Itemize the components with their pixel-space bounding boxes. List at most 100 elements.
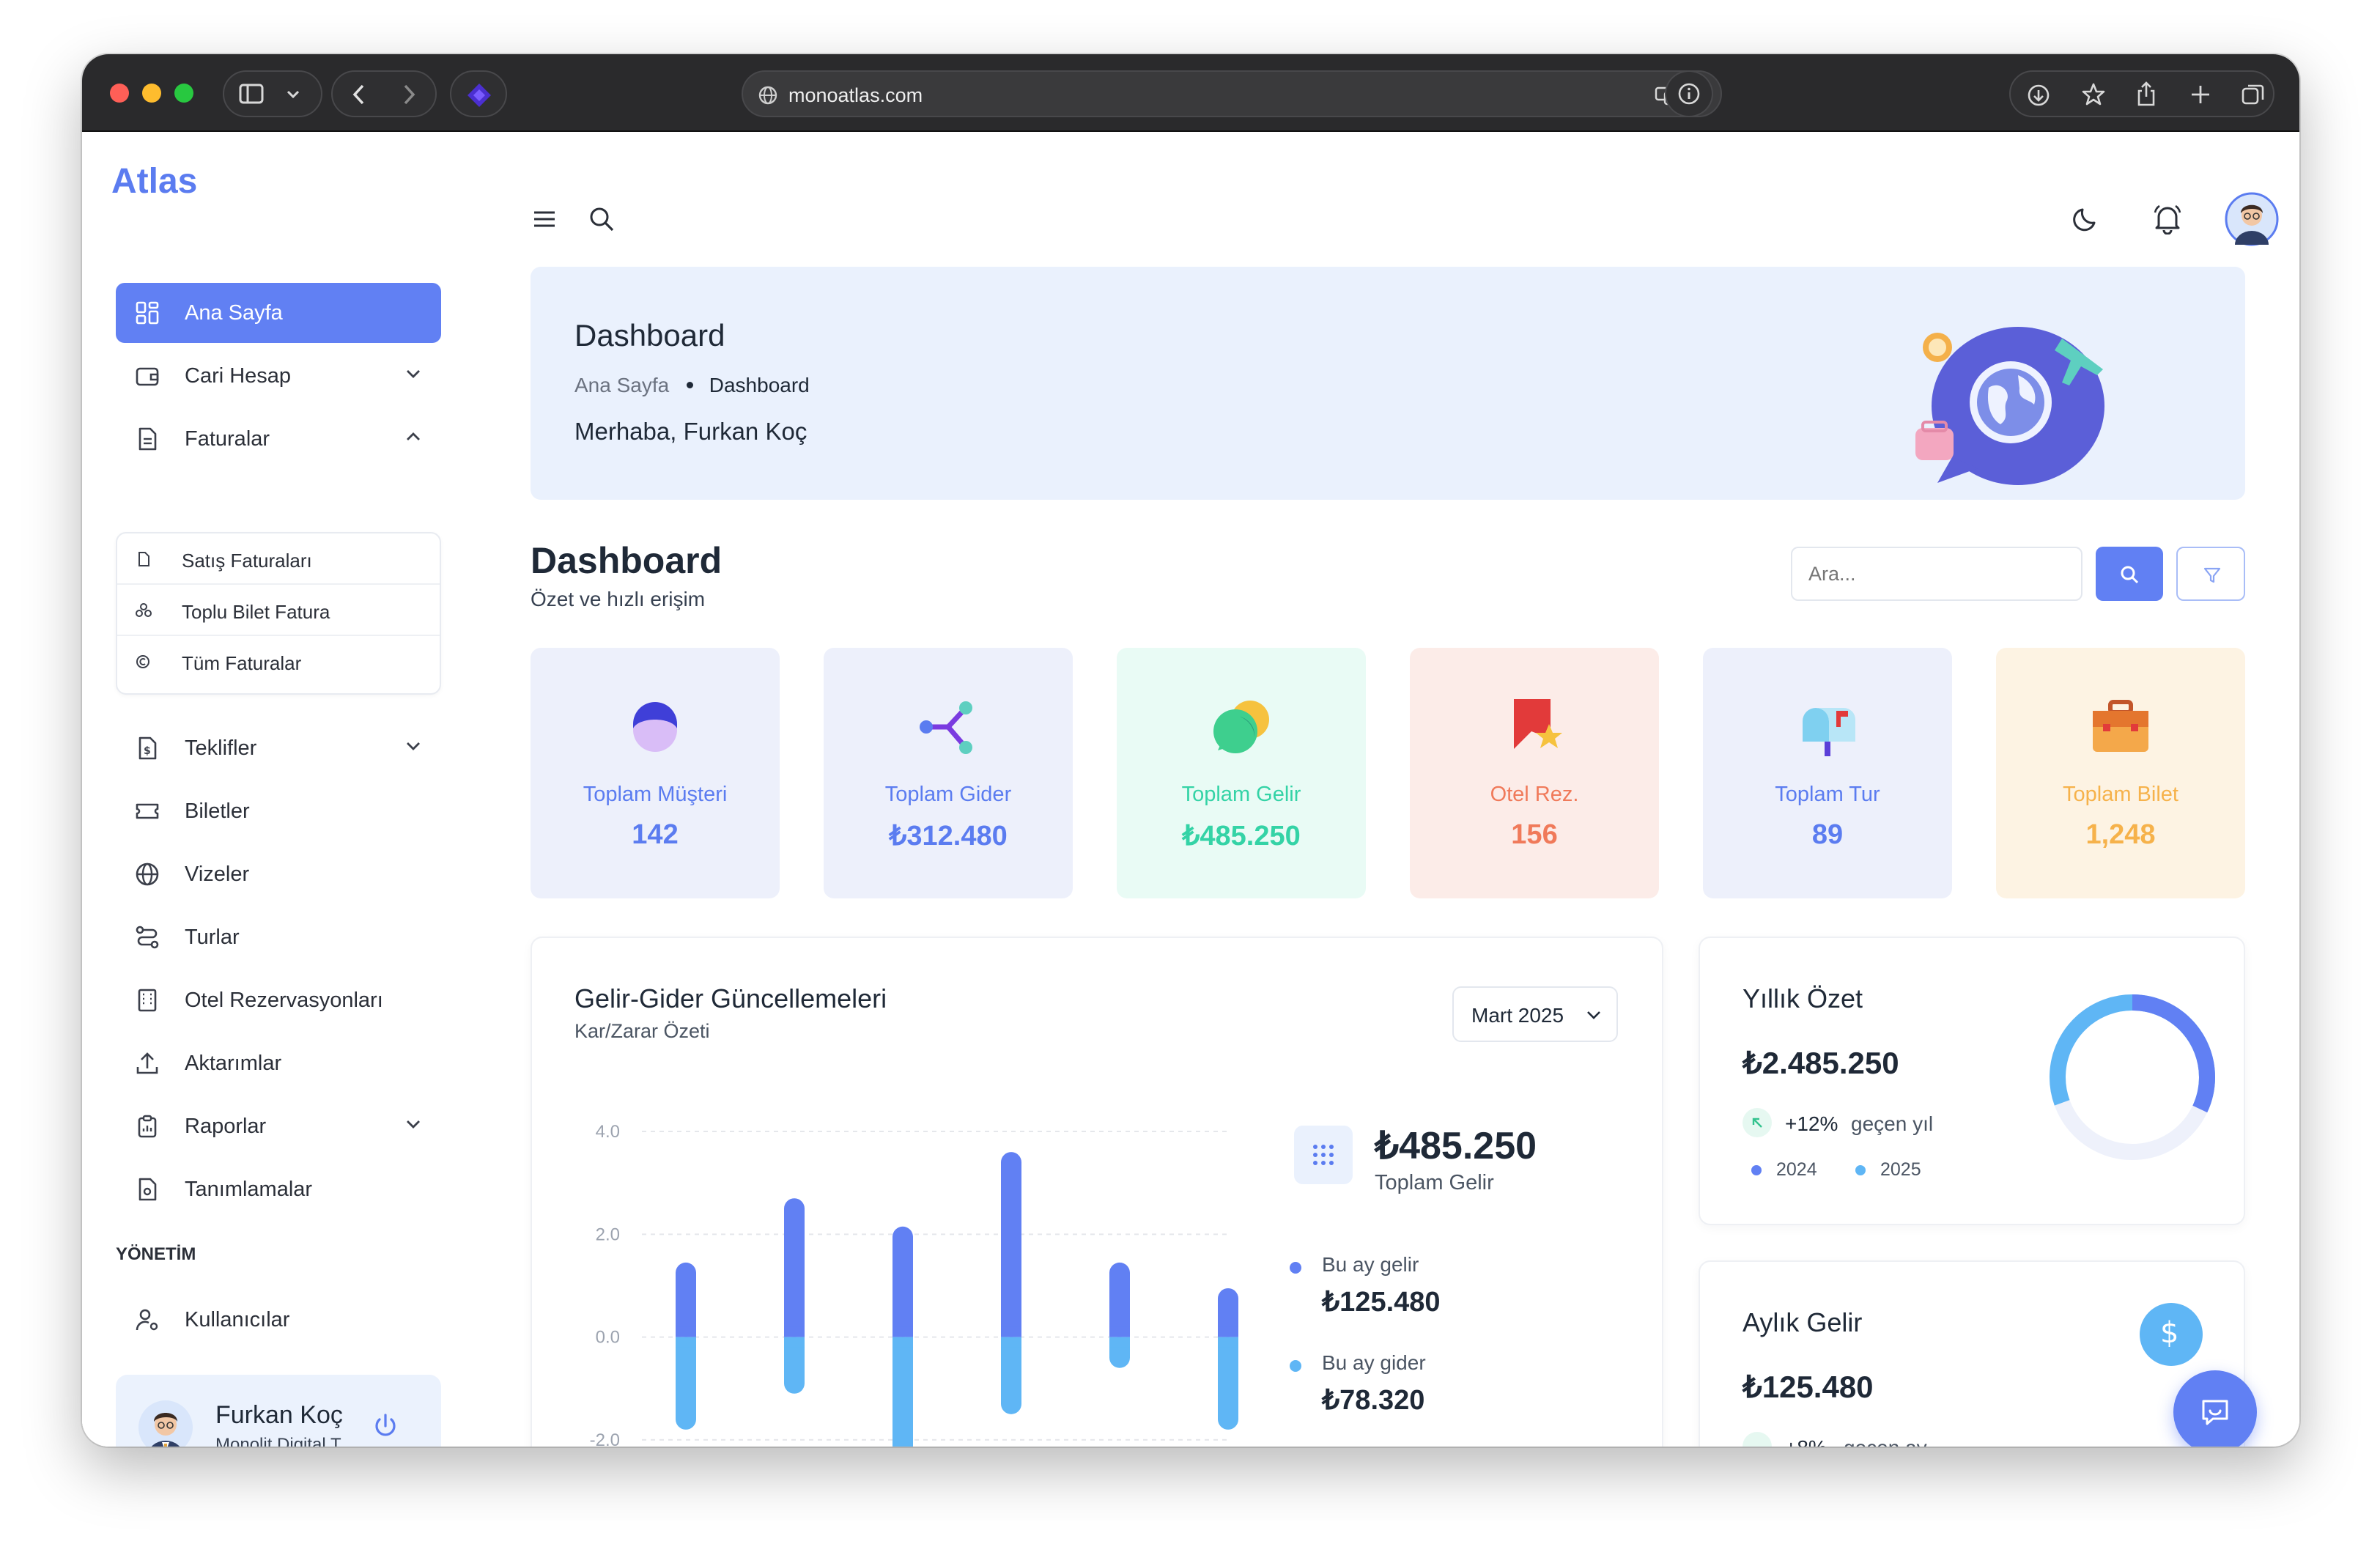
- extension-button[interactable]: [450, 70, 507, 117]
- sidebar-toggle-button[interactable]: [223, 70, 322, 117]
- income-bar[interactable]: [1109, 1262, 1130, 1337]
- yearly-donut-chart: [2044, 989, 2220, 1165]
- sidebar-item-raporlar[interactable]: Raporlar: [116, 1096, 441, 1156]
- expense-bar[interactable]: [676, 1337, 696, 1430]
- stat-card-toplam-gelir[interactable]: Toplam Gelir ₺485.250: [1117, 648, 1366, 898]
- stat-title: Toplam Tur: [1775, 783, 1880, 806]
- logout-power-icon[interactable]: [371, 1411, 400, 1441]
- stat-value: 156: [1511, 819, 1558, 850]
- submenu-item-label: Tüm Faturalar: [182, 652, 302, 674]
- income-bar-base: [784, 1326, 805, 1337]
- stat-card-toplam-gider[interactable]: Toplam Gider ₺312.480: [824, 648, 1073, 898]
- income-bar-base: [1218, 1326, 1238, 1337]
- search-input[interactable]: [1791, 547, 2082, 601]
- y-tick-label: 4.0: [596, 1122, 620, 1142]
- sidebar-item-ana-sayfa[interactable]: Ana Sayfa: [116, 283, 441, 343]
- download-icon[interactable]: [2027, 84, 2050, 107]
- user-card[interactable]: Furkan Koç Monolit Digital T...: [116, 1375, 441, 1447]
- total-income-label: Toplam Gelir: [1375, 1171, 1494, 1194]
- minimize-window-button[interactable]: [142, 84, 161, 103]
- chevron-up-icon: [407, 432, 420, 440]
- stat-card-otel-rez[interactable]: Otel Rez. 156: [1410, 648, 1659, 898]
- sidebar-item-aktarimlar[interactable]: Aktarımlar: [116, 1033, 441, 1093]
- income-bar[interactable]: [784, 1198, 805, 1337]
- zoom-window-button[interactable]: [174, 84, 193, 103]
- sidebar-item-turlar[interactable]: Turlar: [116, 907, 441, 967]
- stat-card-toplam-tur[interactable]: Toplam Tur 89: [1703, 648, 1952, 898]
- building-icon: [138, 989, 157, 1012]
- submenu-item-satis-faturalari[interactable]: Satış Faturaları: [117, 533, 440, 585]
- yearly-change: +12%: [1785, 1112, 1838, 1135]
- income-bar[interactable]: [892, 1226, 913, 1337]
- new-tab-icon[interactable]: [2189, 84, 2211, 106]
- expense-bar[interactable]: [892, 1337, 913, 1447]
- trend-up-icon: [1742, 1108, 1772, 1137]
- sidebar-item-label: Raporlar: [185, 1115, 267, 1138]
- sidebar-item-biletler[interactable]: Biletler: [116, 781, 441, 841]
- donut-segment-2025[interactable]: [2044, 989, 2220, 1165]
- expense-bar[interactable]: [1218, 1337, 1238, 1430]
- sidebar-item-label: Teklifler: [185, 736, 257, 760]
- app-logo[interactable]: Atlas: [111, 161, 197, 202]
- income-bar[interactable]: [676, 1262, 696, 1337]
- browser-toolbar: monoatlas.com: [82, 54, 2299, 132]
- stat-value: 1,248: [2085, 819, 2156, 850]
- sidebar-item-label: Kullanıcılar: [185, 1308, 290, 1331]
- monthly-change-label: geçen ay: [1844, 1436, 1927, 1447]
- route-icon: [136, 926, 159, 949]
- chat-bubble-icon: [2202, 1400, 2228, 1425]
- sidebar-item-teklifler[interactable]: $ Teklifler: [116, 718, 441, 778]
- sidebar-item-tanimlamalar[interactable]: Tanımlamalar: [116, 1159, 441, 1219]
- search-icon[interactable]: [588, 205, 616, 233]
- close-window-button[interactable]: [110, 84, 129, 103]
- dashboard-subtitle: Özet ve hızlı erişim: [531, 588, 706, 610]
- sidebar-item-otel-rezervasyonlari[interactable]: Otel Rezervasyonları: [116, 970, 441, 1030]
- page-content: Atlas Ana Sayfa Cari Hesap Faturalar Sat…: [82, 132, 2299, 1447]
- sidebar-item-kullanicilar[interactable]: Kullanıcılar: [116, 1290, 441, 1350]
- chat-support-button[interactable]: [2173, 1370, 2257, 1447]
- stat-card-toplam-bilet[interactable]: Toplam Bilet 1,248: [1996, 648, 2245, 898]
- stat-value: ₺312.480: [889, 821, 1008, 852]
- monthly-change: +8%: [1785, 1436, 1827, 1447]
- submenu-item-toplu-bilet-fatura[interactable]: Toplu Bilet Fatura: [117, 585, 440, 636]
- sidebar-item-label: Biletler: [185, 799, 250, 823]
- branch-share-icon: [920, 701, 972, 754]
- globe-icon: [758, 86, 777, 105]
- share-icon[interactable]: [2135, 81, 2157, 107]
- income-bar[interactable]: [1001, 1152, 1021, 1337]
- expense-bar[interactable]: [1001, 1337, 1021, 1414]
- breadcrumb-separator-dot: [686, 382, 693, 389]
- income-expense-bar-chart: 4.0 2.0 0.0 -2.0: [590, 1122, 1238, 1447]
- forward-icon[interactable]: [402, 84, 416, 106]
- clipboard-icon: [138, 1115, 157, 1138]
- menu-icon[interactable]: [532, 208, 557, 230]
- breadcrumb-home-link[interactable]: Ana Sayfa: [574, 374, 669, 396]
- bookmark-star-icon[interactable]: [2081, 82, 2106, 107]
- dollar-icon: $: [2160, 1316, 2179, 1350]
- notification-bell-icon[interactable]: [2153, 202, 2182, 234]
- page-info-button[interactable]: [1665, 70, 1713, 117]
- y-tick-label: 2.0: [596, 1225, 620, 1244]
- expense-bar-base: [892, 1337, 913, 1348]
- dark-mode-moon-icon[interactable]: [2072, 204, 2102, 233]
- stat-card-toplam-musteri[interactable]: Toplam Müşteri 142: [531, 648, 780, 898]
- back-icon[interactable]: [352, 84, 366, 106]
- period-select[interactable]: Mart 2025: [1452, 986, 1618, 1042]
- filter-button[interactable]: [2176, 547, 2245, 601]
- address-bar[interactable]: monoatlas.com: [742, 70, 1722, 117]
- legend-label-2024: 2024: [1776, 1159, 1817, 1180]
- income-label: Bu ay gelir: [1322, 1253, 1419, 1276]
- income-bar-base: [1109, 1326, 1130, 1337]
- sidebar-item-faturalar[interactable]: Faturalar: [116, 409, 441, 469]
- sidebar-icon: [239, 84, 264, 104]
- sidebar-item-vizeler[interactable]: Vizeler: [116, 844, 441, 904]
- panel-subtitle: Kar/Zarar Özeti: [574, 1020, 710, 1042]
- sidebar-item-cari-hesap[interactable]: Cari Hesap: [116, 346, 441, 406]
- submenu-item-tum-faturalar[interactable]: Tüm Faturalar: [117, 636, 440, 687]
- ticket-icon: [136, 803, 159, 819]
- total-income-icon-box: [1294, 1126, 1353, 1184]
- panel-title: Gelir-Gider Güncellemeleri: [574, 983, 887, 1013]
- search-button[interactable]: [2096, 547, 2163, 601]
- profile-avatar[interactable]: [2225, 192, 2279, 246]
- tab-overview-icon[interactable]: [2241, 82, 2266, 107]
